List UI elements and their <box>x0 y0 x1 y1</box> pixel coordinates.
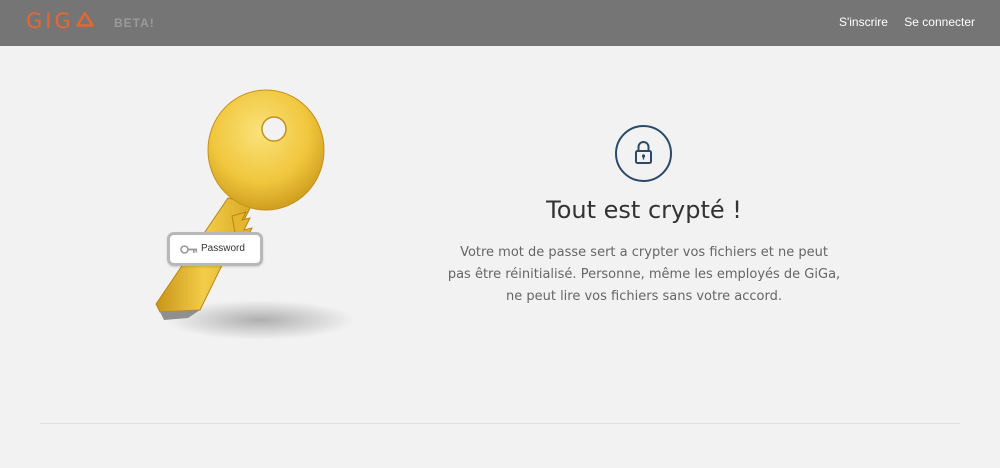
top-bar: GIG BETA! S'inscrire Se connecter <box>0 0 1000 46</box>
logo-triangle-icon <box>76 11 94 27</box>
login-link[interactable]: Se connecter <box>904 15 975 29</box>
section-divider <box>40 423 960 424</box>
lock-icon <box>635 141 652 164</box>
signup-link[interactable]: S'inscrire <box>839 15 888 29</box>
description-line: Votre mot de passe sert a crypter vos fi… <box>460 245 828 260</box>
password-tag-label: Password <box>201 243 245 254</box>
hero-title: Tout est crypté ! <box>546 196 742 224</box>
description-line: ne peut lire vos fichiers sans votre acc… <box>505 289 783 304</box>
lock-badge <box>615 125 672 182</box>
giga-logo[interactable]: GIG <box>26 9 94 33</box>
password-tag: Password <box>167 232 263 266</box>
key-icon <box>180 245 198 254</box>
header-nav: S'inscrire Se connecter <box>826 15 975 29</box>
hero-description: Votre mot de passe sert a crypter vos fi… <box>420 242 868 308</box>
description-line: pas être réinitialisé. Personne, même le… <box>447 267 841 282</box>
logo-text: GIG <box>26 9 74 33</box>
beta-badge: BETA! <box>114 16 155 30</box>
key-illustration <box>155 89 355 340</box>
